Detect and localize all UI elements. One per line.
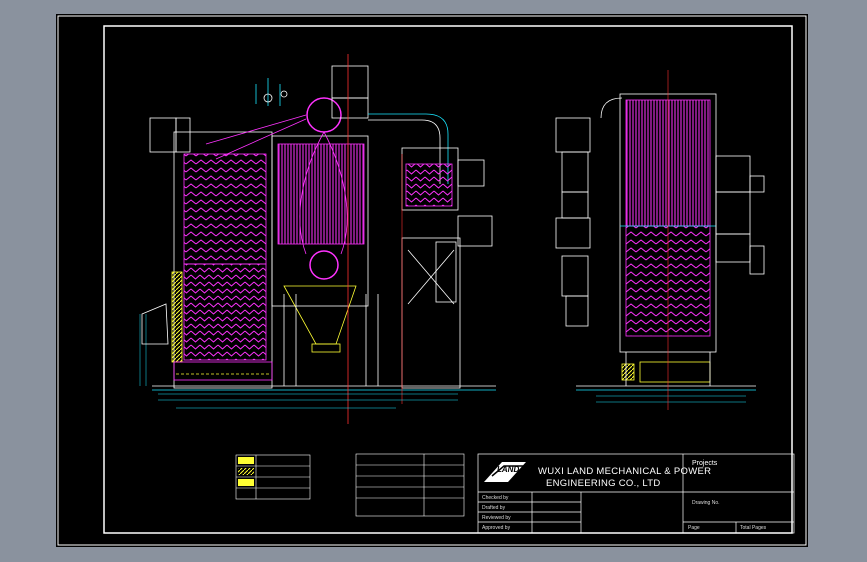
legend-table-2 xyxy=(355,453,465,517)
total-pages-label: Total Pages xyxy=(740,525,767,531)
legend-table-1 xyxy=(235,454,311,500)
approved-by-label: Approved by xyxy=(482,525,511,531)
company-name-line1: WUXI LAND MECHANICAL & POWER xyxy=(538,466,712,477)
projects-label: Projects xyxy=(692,460,718,467)
company-logo-text: LAND xyxy=(497,465,520,474)
drawing-no-label: Drawing No. xyxy=(692,500,720,506)
page-label: Page xyxy=(688,525,700,531)
side-elevation-view xyxy=(555,70,765,410)
checked-by-label: Checked by xyxy=(482,495,509,501)
drafted-by-label: Drafted by xyxy=(482,505,506,511)
company-name-line2: ENGINEERING CO., LTD xyxy=(546,478,661,489)
drawing-sheet: WUXI LAND MECHANICAL & POWER ENGINEERING… xyxy=(56,14,808,547)
front-elevation-view xyxy=(139,54,496,424)
upper-steam-drum xyxy=(306,97,342,133)
reviewed-by-label: Reviewed by xyxy=(482,515,511,521)
lower-mud-drum xyxy=(309,250,339,280)
